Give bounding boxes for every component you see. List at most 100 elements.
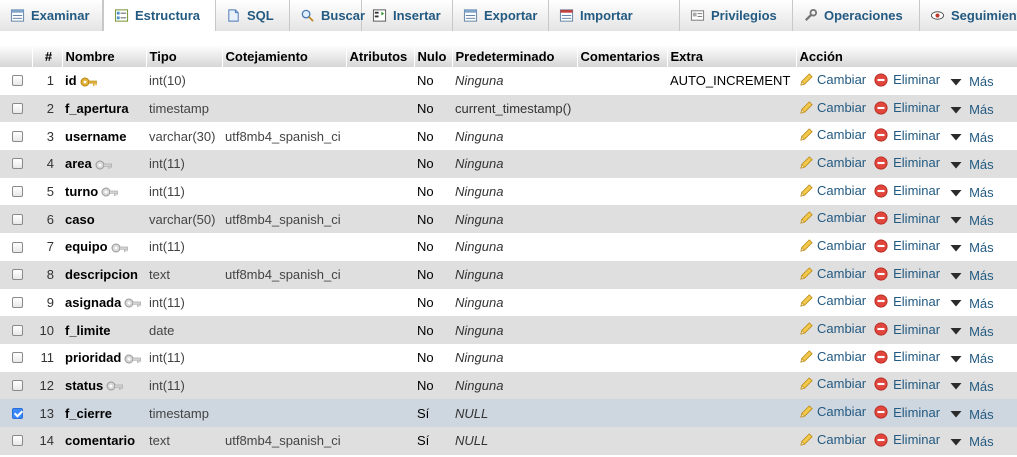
header-extra[interactable]: Extra — [667, 45, 797, 67]
more-button[interactable]: Más — [949, 185, 994, 200]
drop-button[interactable]: Eliminar — [874, 155, 940, 170]
more-button[interactable]: Más — [949, 268, 994, 283]
index-key-icon — [95, 160, 112, 170]
change-button[interactable]: Cambiar — [799, 127, 866, 142]
more-button[interactable]: Más — [949, 213, 994, 228]
tab-exportar[interactable]: Exportar — [453, 0, 549, 31]
drop-button[interactable]: Eliminar — [874, 294, 940, 309]
change-button[interactable]: Cambiar — [799, 432, 866, 447]
column-type: varchar(30) — [146, 122, 222, 151]
more-button[interactable]: Más — [949, 434, 994, 449]
header-collation[interactable]: Cotejamiento — [222, 45, 347, 67]
change-button[interactable]: Cambiar — [799, 266, 866, 281]
row-checkbox[interactable] — [12, 186, 23, 198]
row-checkbox[interactable] — [12, 407, 23, 419]
header-null[interactable]: Nulo — [414, 45, 453, 67]
column-name: status — [65, 377, 104, 393]
header-default[interactable]: Predeterminado — [452, 45, 578, 67]
header-attributes[interactable]: Atributos — [346, 45, 415, 67]
row-select-cell — [0, 150, 32, 178]
chevron-down-icon — [950, 78, 962, 86]
drop-button[interactable]: Eliminar — [874, 322, 940, 337]
row-number: 8 — [32, 260, 62, 289]
change-button[interactable]: Cambiar — [799, 321, 866, 336]
header-comments[interactable]: Comentarios — [577, 45, 668, 67]
column-attributes — [346, 426, 414, 455]
more-button[interactable]: Más — [949, 324, 994, 339]
pencil-icon — [800, 350, 813, 363]
pencil-icon — [800, 211, 813, 224]
drop-button[interactable]: Eliminar — [874, 238, 940, 253]
more-button[interactable]: Más — [949, 407, 994, 422]
row-checkbox[interactable] — [12, 103, 23, 115]
export-icon — [463, 9, 478, 22]
drop-button[interactable]: Eliminar — [874, 349, 940, 364]
tab-insertar[interactable]: Insertar — [362, 0, 453, 31]
pencil-icon — [800, 405, 813, 418]
more-button[interactable]: Más — [949, 379, 994, 394]
change-label: Cambiar — [817, 71, 867, 87]
row-checkbox[interactable] — [12, 379, 23, 391]
change-button[interactable]: Cambiar — [799, 293, 866, 308]
tab-importar[interactable]: Importar — [549, 0, 680, 31]
drop-icon — [874, 156, 888, 170]
change-button[interactable]: Cambiar — [799, 238, 866, 253]
tab-buscar[interactable]: Buscar — [290, 0, 365, 31]
column-null: No — [414, 94, 452, 123]
tab-label: Examinar — [31, 8, 90, 23]
header-type[interactable]: Tipo — [146, 45, 223, 67]
row-checkbox[interactable] — [12, 435, 23, 447]
drop-button[interactable]: Eliminar — [874, 183, 940, 198]
change-label: Cambiar — [817, 210, 867, 226]
more-button[interactable]: Más — [949, 240, 994, 255]
header-name[interactable]: Nombre — [62, 45, 147, 67]
row-checkbox[interactable] — [12, 269, 23, 281]
change-button[interactable]: Cambiar — [799, 183, 866, 198]
more-button[interactable]: Más — [949, 102, 994, 117]
row-checkbox[interactable] — [12, 324, 23, 336]
more-button[interactable]: Más — [949, 74, 994, 89]
row-checkbox[interactable] — [12, 241, 23, 253]
change-button[interactable]: Cambiar — [799, 155, 866, 170]
column-comments — [577, 260, 667, 289]
row-select-cell — [0, 67, 32, 95]
tab-examinar[interactable]: Examinar — [0, 0, 103, 31]
drop-icon — [874, 267, 888, 281]
more-button[interactable]: Más — [949, 130, 994, 145]
drop-button[interactable]: Eliminar — [874, 128, 940, 143]
row-checkbox[interactable] — [12, 213, 23, 225]
drop-button[interactable]: Eliminar — [874, 432, 940, 447]
index-key-icon — [124, 354, 142, 363]
change-button[interactable]: Cambiar — [799, 210, 866, 225]
row-checkbox[interactable] — [12, 130, 23, 142]
column-name: caso — [65, 211, 95, 227]
tab-seguimiento[interactable]: Seguimiento — [920, 0, 1017, 31]
row-number: 13 — [32, 399, 62, 427]
row-checkbox[interactable] — [12, 296, 23, 308]
drop-button[interactable]: Eliminar — [874, 266, 940, 281]
drop-button[interactable]: Eliminar — [874, 72, 940, 87]
tab-sql[interactable]: SQL — [216, 0, 290, 31]
drop-button[interactable]: Eliminar — [874, 100, 940, 115]
tab-privilegios[interactable]: Privilegios — [680, 0, 793, 31]
more-button[interactable]: Más — [949, 296, 994, 311]
drop-button[interactable]: Eliminar — [874, 377, 940, 392]
more-button[interactable]: Más — [949, 157, 994, 172]
header-num[interactable]: # — [32, 45, 63, 67]
change-button[interactable]: Cambiar — [799, 376, 866, 391]
drop-button[interactable]: Eliminar — [874, 211, 940, 226]
change-button[interactable]: Cambiar — [799, 349, 866, 364]
tab-operaciones[interactable]: Operaciones — [793, 0, 920, 31]
row-checkbox[interactable] — [12, 75, 23, 87]
drop-label: Eliminar — [893, 210, 941, 226]
tab-estructura[interactable]: Estructura — [103, 0, 216, 31]
change-button[interactable]: Cambiar — [799, 404, 866, 419]
column-name: prioridad — [65, 349, 122, 365]
row-checkbox[interactable] — [12, 352, 23, 364]
drop-label: Eliminar — [893, 266, 941, 282]
more-button[interactable]: Más — [949, 351, 994, 366]
row-checkbox[interactable] — [12, 158, 23, 170]
change-button[interactable]: Cambiar — [799, 72, 866, 87]
drop-button[interactable]: Eliminar — [874, 405, 940, 420]
change-button[interactable]: Cambiar — [799, 100, 866, 115]
